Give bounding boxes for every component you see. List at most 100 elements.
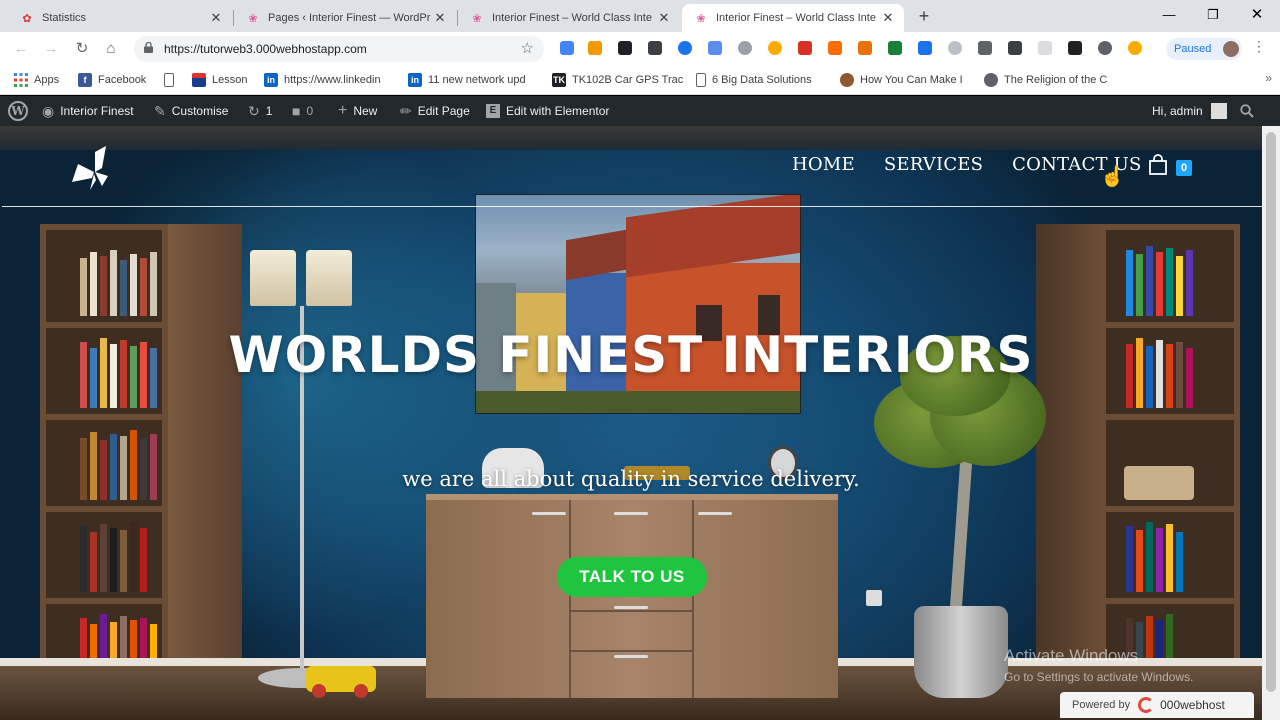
bookmark-label: How You Can Make I <box>860 74 963 86</box>
edit-page-link[interactable]: ✏ Edit Page <box>400 96 470 126</box>
download-icon[interactable] <box>1008 41 1022 55</box>
bookmark-item[interactable]: 6 Big Data Solutions <box>696 72 812 88</box>
extension-icon[interactable] <box>618 41 632 55</box>
extension-icon[interactable] <box>1128 41 1142 55</box>
extension-icon[interactable] <box>1038 41 1052 55</box>
back-arrow-icon[interactable]: ← <box>10 38 32 60</box>
wp-admin-bar: W ◉ Interior Finest ✎ Customise ↻ 1 ■ 0 … <box>0 96 1280 126</box>
shopping-bag-icon[interactable] <box>1148 154 1168 176</box>
customise-link[interactable]: ✎ Customise <box>154 96 228 126</box>
extension-icon[interactable] <box>798 41 812 55</box>
bookmark-item[interactable]: TK TK102B Car GPS Trac <box>552 72 683 88</box>
facebook-icon: f <box>78 73 92 87</box>
cabinet-handle <box>614 655 648 658</box>
close-tab-icon[interactable]: ✕ <box>880 10 896 26</box>
browser-tab[interactable]: ❀ Pages ‹ Interior Finest — WordPr ✕ <box>234 4 456 32</box>
bookmark-item[interactable]: Apps <box>14 72 59 88</box>
bookmark-item[interactable]: How You Can Make I <box>840 72 963 88</box>
extension-icon[interactable] <box>708 41 722 55</box>
left-bookshelf <box>40 224 168 700</box>
hero-section: HOME SERVICES CONTACT US 0 ☝ WORLDS FINE… <box>0 126 1262 720</box>
powered-by-badge[interactable]: Powered by 000webhost <box>1060 692 1254 718</box>
apps-grid-icon <box>14 73 28 87</box>
extension-icon[interactable] <box>828 41 842 55</box>
comments-count: 0 <box>306 104 314 118</box>
new-content-link[interactable]: + New <box>338 96 377 126</box>
extension-icon[interactable] <box>588 41 602 55</box>
maximize-window-icon[interactable]: ❐ <box>1192 2 1234 28</box>
butterfly-logo-icon[interactable] <box>72 146 118 190</box>
header-divider <box>2 206 1262 207</box>
close-window-icon[interactable]: ✕ <box>1236 2 1278 28</box>
extension-icon[interactable] <box>738 41 752 55</box>
address-bar[interactable]: https://tutorweb3.000webhostapp.com ☆ <box>134 36 544 62</box>
extension-icon[interactable] <box>978 41 992 55</box>
linkedin-icon: in <box>264 73 278 87</box>
extension-icon[interactable] <box>768 41 782 55</box>
butterfly-favicon-icon: ❀ <box>696 12 706 25</box>
new-label: New <box>353 104 378 118</box>
home-icon[interactable]: ⌂ <box>100 38 122 60</box>
minimize-window-icon[interactable]: — <box>1148 2 1190 28</box>
page-icon <box>164 73 174 87</box>
butterfly-favicon-icon: ❀ <box>248 12 258 25</box>
admin-greeting: Hi, admin <box>1152 104 1203 118</box>
wall-outlet <box>866 590 882 606</box>
extension-icon[interactable] <box>888 41 902 55</box>
browser-tab[interactable]: ❀ Interior Finest – World Class Inte ✕ <box>458 4 680 32</box>
bookmark-label: Facebook <box>98 74 147 86</box>
admin-site-link[interactable]: ◉ Interior Finest <box>42 96 134 126</box>
nav-services[interactable]: SERVICES <box>884 154 983 178</box>
shelf-board <box>46 506 162 512</box>
extension-icon[interactable] <box>858 41 872 55</box>
wordpress-logo-button[interactable]: W <box>8 96 28 126</box>
statistics-favicon-icon: ✿ <box>22 12 32 25</box>
bookmark-item[interactable]: in https://www.linkedin <box>264 72 381 88</box>
bookmark-item[interactable]: f Facebook <box>78 72 146 88</box>
close-tab-icon[interactable]: ✕ <box>656 10 672 26</box>
my-account-link[interactable]: Hi, admin <box>1152 96 1227 126</box>
admin-search-button[interactable] <box>1240 96 1254 126</box>
browser-menu-icon[interactable]: ⋮ <box>1252 38 1266 55</box>
bookmark-star-icon[interactable]: ☆ <box>521 39 534 57</box>
profile-paused-button[interactable]: Paused <box>1166 38 1242 60</box>
function-icon[interactable] <box>1068 41 1082 55</box>
bookmark-label: The Religion of the C <box>1004 74 1108 86</box>
bookmark-item[interactable]: The Religion of the C <box>984 72 1107 88</box>
new-tab-button[interactable]: + <box>914 6 934 27</box>
scrollbar-thumb[interactable] <box>1266 132 1276 692</box>
more-bookmarks-icon[interactable]: » <box>1265 71 1272 85</box>
bookmark-item[interactable]: Lesson <box>192 72 247 88</box>
extension-icon[interactable] <box>918 41 932 55</box>
shelf-board <box>1106 598 1234 604</box>
browser-tab[interactable]: ✿ Statistics ✕ <box>8 4 232 32</box>
page-scrollbar[interactable] <box>1262 126 1280 720</box>
puzzle-icon <box>840 73 854 87</box>
extension-icon[interactable] <box>560 41 574 55</box>
edit-elementor-link[interactable]: E Edit with Elementor <box>486 96 609 126</box>
browser-tab-strip: ✿ Statistics ✕ ❀ Pages ‹ Interior Finest… <box>0 0 1280 32</box>
cart-count-badge[interactable]: 0 <box>1176 160 1192 176</box>
nav-home[interactable]: HOME <box>792 154 855 178</box>
lesson-icon <box>192 73 206 87</box>
bookmark-label: TK102B Car GPS Trac <box>572 74 684 86</box>
bookmark-item[interactable]: in 11 new network upd <box>408 72 526 88</box>
close-tab-icon[interactable]: ✕ <box>432 10 448 26</box>
close-tab-icon[interactable]: ✕ <box>208 10 224 26</box>
hand-cursor-icon: ☝ <box>1100 166 1125 188</box>
updates-link[interactable]: ↻ 1 <box>248 96 272 126</box>
extension-icon[interactable] <box>1098 41 1112 55</box>
cabinet-handle <box>532 512 566 515</box>
comments-link[interactable]: ■ 0 <box>292 96 313 126</box>
site-main-nav: HOME SERVICES CONTACT US <box>792 154 1141 178</box>
talk-to-us-button[interactable]: TALK TO US <box>557 557 707 597</box>
bookmark-item[interactable] <box>164 72 180 88</box>
extension-icon[interactable] <box>648 41 662 55</box>
browser-tab-active[interactable]: ❀ Interior Finest – World Class Inte ✕ <box>682 4 904 32</box>
extension-icon[interactable] <box>678 41 692 55</box>
forward-arrow-icon[interactable]: → <box>40 38 62 60</box>
lock-icon <box>144 42 153 53</box>
plus-icon: + <box>338 102 348 119</box>
reload-icon[interactable]: ↻ <box>71 38 93 60</box>
extension-icon[interactable] <box>948 41 962 55</box>
